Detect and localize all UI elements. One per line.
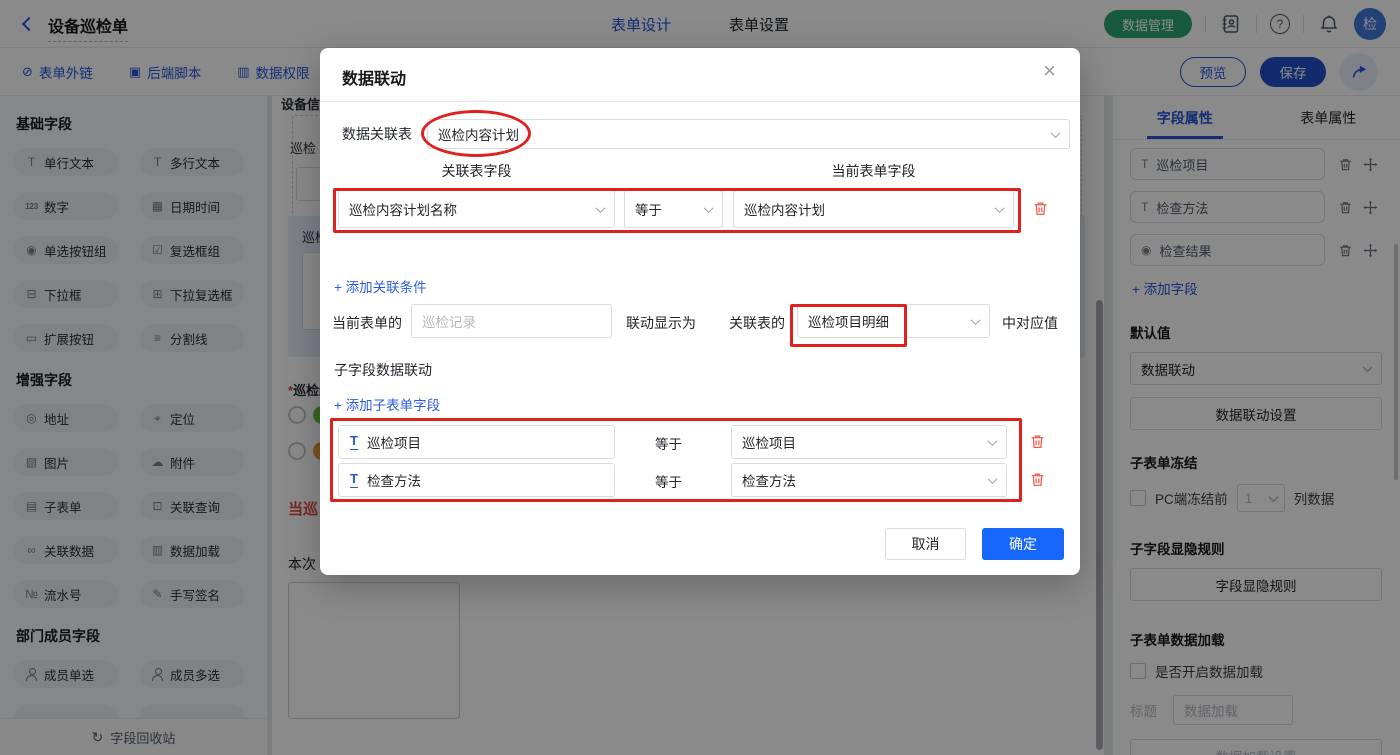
- text-field-icon: T: [350, 434, 358, 449]
- subfield-value: 检查方法: [742, 470, 796, 490]
- add-subfield-link[interactable]: + 添加子表单字段: [334, 394, 440, 414]
- cancel-button[interactable]: 取消: [885, 528, 966, 560]
- subfield-field-box-1[interactable]: T 巡检项目: [338, 425, 615, 459]
- relation-table-value: 巡检内容计划: [438, 124, 519, 144]
- data-linkage-modal: 数据联动 × 数据关联表 巡检内容计划 关联表字段 当前表单字段 巡检内容计划名…: [320, 48, 1080, 575]
- current-field-input[interactable]: [411, 304, 612, 338]
- subfield-section-label: 子字段数据联动: [334, 360, 432, 380]
- text-field-icon: T: [350, 472, 358, 487]
- condition-current-field-value: 巡检内容计划: [744, 199, 825, 219]
- chevron-down-icon: [1051, 128, 1061, 138]
- chevron-down-icon: [988, 436, 998, 446]
- display-as-label: 联动显示为: [626, 313, 696, 333]
- current-form-prefix: 当前表单的: [332, 313, 402, 333]
- subfield-row-1: T 巡检项目 等于 巡检项目: [320, 425, 1080, 459]
- column-header-right: 当前表单字段: [733, 161, 1014, 181]
- delete-subfield-icon[interactable]: [1029, 433, 1046, 450]
- subfield-value-select-2[interactable]: 检查方法: [731, 463, 1007, 497]
- corresponding-value-suffix: 中对应值: [1002, 313, 1058, 333]
- delete-subfield-icon[interactable]: [1029, 471, 1046, 488]
- close-icon[interactable]: ×: [1043, 60, 1056, 82]
- condition-field-value: 巡检内容计划名称: [349, 199, 457, 219]
- form-designer-screen: 设备巡检单 表单设计 表单设置 数据管理 ?: [0, 0, 1400, 755]
- column-header-left: 关联表字段: [338, 161, 615, 181]
- equals-label: 等于: [655, 471, 682, 491]
- chevron-down-icon: [704, 203, 714, 213]
- subfield-field-name: 检查方法: [367, 470, 421, 490]
- chevron-down-icon: [971, 315, 981, 325]
- chevron-down-icon: [596, 203, 606, 213]
- condition-current-field-select[interactable]: 巡检内容计划: [733, 190, 1014, 228]
- delete-condition-icon[interactable]: [1032, 200, 1049, 217]
- relation-table-label: 数据关联表: [342, 124, 412, 144]
- condition-field-select[interactable]: 巡检内容计划名称: [338, 190, 615, 228]
- equals-label: 等于: [655, 433, 682, 453]
- modal-header: 数据联动 ×: [320, 48, 1080, 102]
- display-row: 当前表单的 联动显示为 关联表的 巡检项目明细 中对应值: [320, 304, 1080, 338]
- add-condition-link[interactable]: + 添加关联条件: [334, 276, 427, 296]
- chevron-down-icon: [988, 474, 998, 484]
- chevron-down-icon: [995, 203, 1005, 213]
- subfield-value: 巡检项目: [742, 432, 796, 452]
- relation-display-field-value: 巡检项目明细: [808, 311, 889, 331]
- subfield-field-box-2[interactable]: T 检查方法: [338, 463, 615, 497]
- condition-row: 巡检内容计划名称 等于 巡检内容计划: [320, 190, 1080, 228]
- modal-title: 数据联动: [342, 65, 406, 89]
- confirm-button[interactable]: 确定: [982, 528, 1064, 560]
- subfield-field-name: 巡检项目: [367, 432, 421, 452]
- subfield-value-select-1[interactable]: 巡检项目: [731, 425, 1007, 459]
- relation-table-row: 数据关联表 巡检内容计划: [342, 119, 1070, 149]
- subfield-row-2: T 检查方法 等于 检查方法: [320, 463, 1080, 497]
- relation-table-prefix: 关联表的: [729, 313, 785, 333]
- condition-operator-value: 等于: [635, 199, 662, 219]
- condition-operator-select[interactable]: 等于: [624, 190, 723, 228]
- relation-display-field-select[interactable]: 巡检项目明细: [797, 304, 990, 338]
- relation-table-select[interactable]: 巡检内容计划: [427, 119, 1070, 149]
